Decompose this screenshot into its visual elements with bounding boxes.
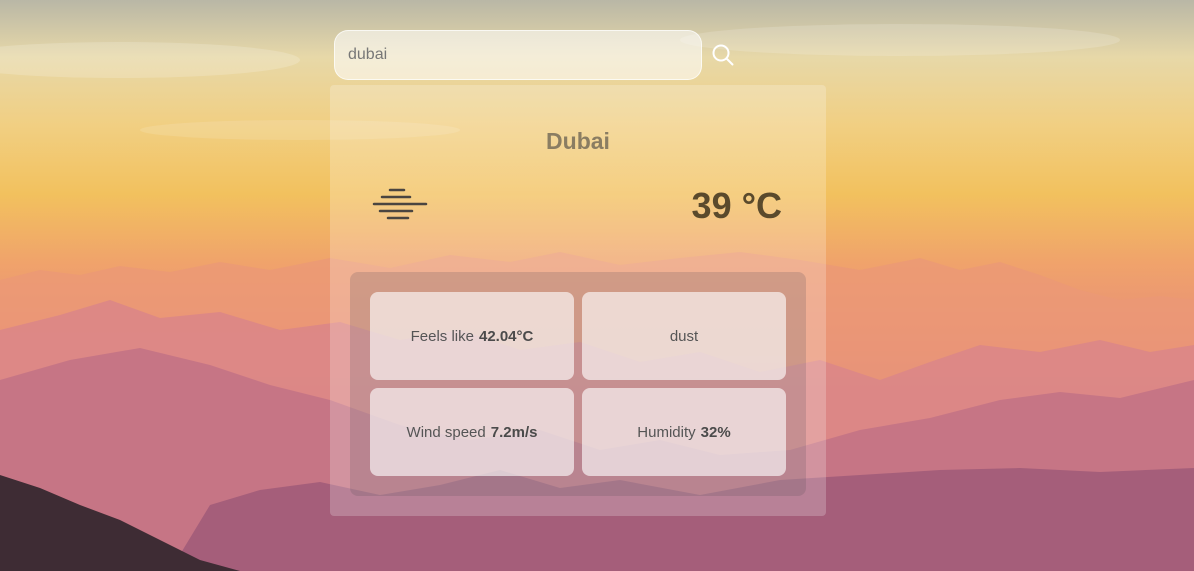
details-panel: Feels like 42.04°C dust Wind speed 7.2m/… [350, 272, 806, 496]
search-icon [712, 44, 734, 66]
feels-like-value: 42.04°C [478, 327, 534, 345]
search-button[interactable] [710, 42, 736, 68]
feels-like-label: Feels like [410, 327, 474, 345]
description-tile: dust [582, 292, 786, 380]
search-input[interactable] [334, 30, 702, 80]
humidity-tile: Humidity 32% [582, 388, 786, 476]
weather-description: dust [669, 327, 699, 345]
humidity-label: Humidity [637, 423, 696, 441]
city-name: Dubai [546, 128, 610, 154]
wind-speed-value: 7.2m/s [490, 423, 538, 441]
temperature: 39 °C [691, 185, 782, 226]
wind-speed-label: Wind speed [406, 423, 486, 441]
wind-speed-tile: Wind speed 7.2m/s [370, 388, 574, 476]
weather-card: Dubai 39 °C Feels like 42.04°C dust Wind… [330, 85, 826, 516]
search-bar [334, 30, 734, 80]
humidity-value: 32% [700, 423, 731, 441]
feels-like-tile: Feels like 42.04°C [370, 292, 574, 380]
app-background: Dubai 39 °C Feels like 42.04°C dust Wind… [0, 0, 1194, 571]
mist-icon [372, 188, 428, 220]
